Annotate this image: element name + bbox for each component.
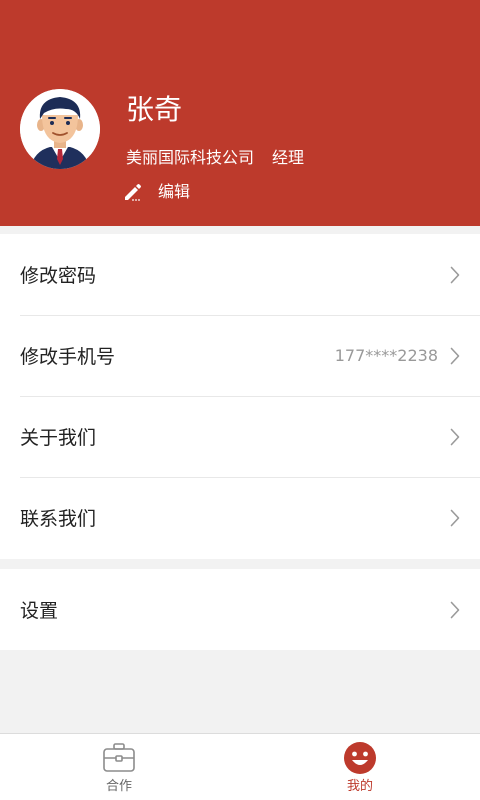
job-title: 经理 — [272, 148, 305, 167]
about-us-label: 关于我们 — [20, 427, 97, 449]
company-line: 美丽国际科技公司 经理 — [126, 146, 304, 170]
account-menu: 修改密码 修改手机号 177****2238 关于我们 联系我们 — [0, 234, 480, 559]
settings-label: 设置 — [20, 600, 59, 622]
company-name: 美丽国际科技公司 — [126, 148, 255, 167]
contact-us-label: 联系我们 — [20, 508, 97, 530]
settings-menu: 设置 — [0, 569, 480, 650]
businessman-avatar-icon — [20, 89, 100, 169]
phone-number-value: 177****2238 — [334, 346, 438, 365]
tab-cooperation[interactable]: 合作 — [59, 734, 179, 800]
chevron-right-icon — [450, 266, 460, 283]
avatar[interactable] — [20, 89, 100, 169]
chevron-right-icon — [450, 428, 460, 445]
user-name: 张奇 — [126, 93, 183, 126]
tab-mine-label: 我的 — [346, 779, 373, 794]
chevron-right-icon — [450, 509, 460, 526]
edit-profile-button[interactable]: 编辑 — [122, 180, 190, 204]
profile-header: 张奇 美丽国际科技公司 经理 编辑 — [0, 0, 480, 226]
briefcase-icon — [103, 743, 135, 772]
profile-screen: 张奇 美丽国际科技公司 经理 编辑 修改密码 修改手机号 177****2238 … — [0, 0, 480, 800]
change-password-label: 修改密码 — [20, 265, 97, 287]
tab-cooperation-label: 合作 — [105, 779, 132, 794]
change-phone-label: 修改手机号 — [20, 346, 116, 368]
about-us-item[interactable]: 关于我们 — [0, 396, 480, 477]
chevron-right-icon — [450, 601, 460, 618]
smiley-icon — [344, 742, 376, 774]
change-password-item[interactable]: 修改密码 — [0, 234, 480, 315]
bottom-tab-bar: 合作 我的 — [0, 733, 480, 800]
chevron-right-icon — [450, 347, 460, 364]
settings-item[interactable]: 设置 — [0, 569, 480, 650]
pencil-icon — [125, 184, 141, 201]
edit-label: 编辑 — [158, 182, 191, 201]
tab-mine[interactable]: 我的 — [300, 734, 420, 800]
change-phone-item[interactable]: 修改手机号 177****2238 — [0, 315, 480, 396]
contact-us-item[interactable]: 联系我们 — [0, 477, 480, 558]
